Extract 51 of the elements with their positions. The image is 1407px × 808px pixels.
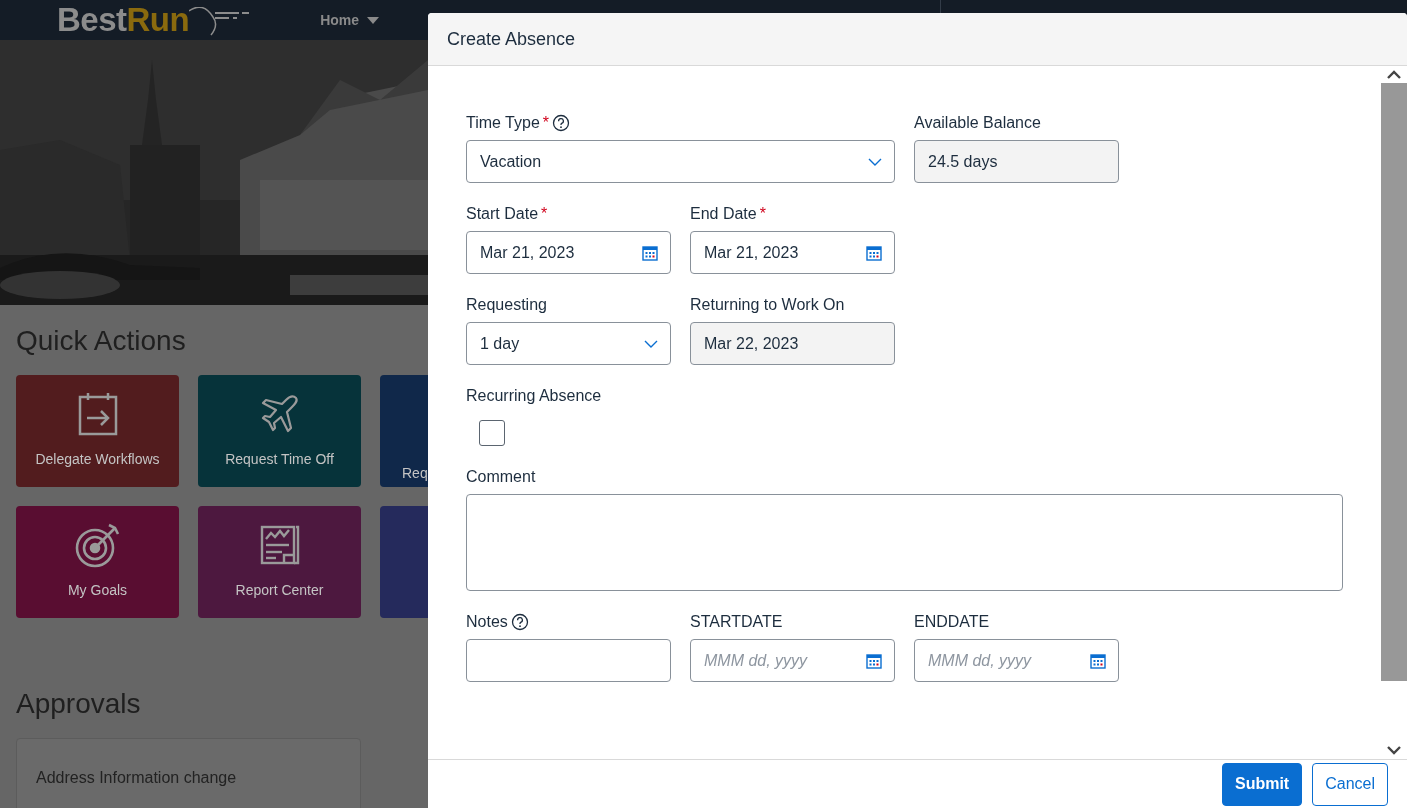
calendar-icon[interactable] [866,652,882,669]
section-title: Approvals [16,688,142,720]
required-mark: * [759,205,766,223]
field-label: Time Type [466,114,540,132]
logo[interactable]: BestRun [57,3,250,37]
field-label: Comment [466,468,536,486]
action-tile[interactable]: Request Time Off [198,375,361,487]
dropdown-field[interactable]: 1 day [466,322,671,365]
readonly-field: 24.5 days [914,140,1119,183]
scroll-down-icon[interactable] [1387,746,1401,755]
action-tile[interactable]: My Goals [16,506,179,618]
chevron-down-icon[interactable] [868,157,882,166]
scroll-up-icon[interactable] [1387,70,1401,79]
cancel-button[interactable]: Cancel [1312,762,1388,806]
date-field[interactable]: Mar 21, 2023 [466,231,671,274]
checkbox[interactable] [479,420,505,446]
action-tile[interactable]: Req [380,375,428,487]
calendar-icon[interactable] [1090,652,1106,669]
date-field[interactable]: Mar 21, 2023 [690,231,895,274]
required-mark: * [542,114,550,132]
action-tile[interactable]: Report Center [198,506,361,618]
field-label: STARTDATE [690,613,783,631]
submit-button[interactable]: Submit [1221,762,1303,806]
action-tile[interactable]: Delegate Workflows [16,375,179,487]
home-menu[interactable]: Home [320,12,380,28]
readonly-field: Mar 22, 2023 [690,322,895,365]
dropdown-field[interactable]: Vacation [466,140,895,183]
field-label: Requesting [466,296,547,314]
report-chart-icon [259,525,300,565]
help-icon[interactable] [552,114,571,132]
field-label: Recurring Absence [466,387,602,405]
comment-field[interactable] [466,494,1343,591]
airplane-icon [259,394,300,434]
field-label: End Date [690,205,757,223]
caret-icon [367,16,380,24]
calendar-icon[interactable] [866,244,882,261]
field-label: Available Balance [914,114,1041,132]
field-label: Start Date [466,205,539,223]
section-title: Quick Actions [16,325,187,357]
field-label: Returning to Work On [690,296,845,314]
calendar-icon[interactable] [642,244,658,261]
input-field[interactable] [466,639,671,682]
dialog-title: Create Absence [447,28,576,50]
action-tile[interactable] [380,506,428,618]
card-title: Address Information change [36,769,237,786]
target-icon [74,522,121,568]
field-label: ENDDATE [914,613,990,631]
required-mark: * [541,205,548,223]
help-icon[interactable] [510,613,529,631]
field-label: Notes [466,613,508,631]
chevron-down-icon[interactable] [644,339,658,348]
